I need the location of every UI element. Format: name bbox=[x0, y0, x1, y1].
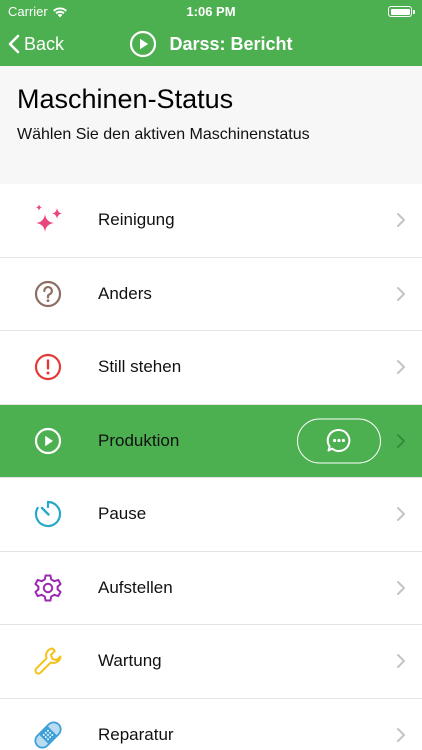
gear-icon bbox=[30, 570, 66, 606]
status-item-label: Anders bbox=[98, 283, 152, 303]
chevron-right-icon bbox=[397, 433, 405, 448]
status-item-label: Reinigung bbox=[98, 210, 175, 230]
chevron-right-icon bbox=[397, 360, 405, 375]
nav-title: Darss: Bericht bbox=[0, 28, 422, 60]
play-circle-icon bbox=[130, 30, 157, 58]
sparkles-icon bbox=[30, 202, 66, 238]
chat-bubble-icon bbox=[326, 429, 351, 453]
status-item-label: Wartung bbox=[98, 651, 162, 671]
status-item-label: Still stehen bbox=[98, 357, 182, 377]
status-item-produktion[interactable]: Produktion bbox=[0, 404, 422, 478]
page-title: Maschinen-Status bbox=[17, 84, 234, 114]
status-bar: Carrier 1:06 PM bbox=[0, 0, 422, 24]
status-item-wartung[interactable]: Wartung bbox=[0, 625, 422, 699]
status-item-label: Pause bbox=[98, 504, 147, 524]
chevron-right-icon bbox=[397, 580, 405, 595]
clock: 1:06 PM bbox=[186, 4, 236, 19]
status-item-anders[interactable]: Anders bbox=[0, 257, 422, 331]
status-item-aufstellen[interactable]: Aufstellen bbox=[0, 551, 422, 625]
status-list: Reinigung Anders Still stehen Produktion… bbox=[0, 184, 422, 750]
status-item-label: Reparatur bbox=[98, 724, 174, 744]
status-item-label: Aufstellen bbox=[98, 577, 173, 597]
comment-button[interactable] bbox=[297, 418, 381, 464]
status-item-reinigung[interactable]: Reinigung bbox=[0, 184, 422, 258]
nav-title-text: Darss: Bericht bbox=[169, 33, 293, 54]
bandage-icon bbox=[30, 717, 66, 750]
battery-icon bbox=[388, 6, 415, 17]
status-item-still-stehen[interactable]: Still stehen bbox=[0, 331, 422, 405]
status-item-pause[interactable]: Pause bbox=[0, 478, 422, 552]
alert-circle-icon bbox=[30, 349, 66, 385]
play-circle-icon bbox=[30, 423, 66, 459]
chevron-right-icon bbox=[397, 213, 405, 228]
chevron-right-icon bbox=[397, 507, 405, 522]
chevron-right-icon bbox=[397, 727, 405, 742]
navigation-bar: Back Darss: Bericht bbox=[0, 24, 422, 66]
question-circle-icon bbox=[30, 276, 66, 312]
status-item-reparatur[interactable]: Reparatur bbox=[0, 698, 422, 750]
status-item-label: Produktion bbox=[98, 430, 180, 450]
page-subtitle: Wählen Sie den aktiven Maschinenstatus bbox=[17, 126, 310, 143]
chevron-right-icon bbox=[397, 654, 405, 669]
timer-icon bbox=[30, 496, 66, 532]
chevron-right-icon bbox=[397, 286, 405, 301]
top-bar: Carrier 1:06 PM Back Darss: Bericht bbox=[0, 0, 422, 66]
wrench-icon bbox=[30, 643, 66, 679]
